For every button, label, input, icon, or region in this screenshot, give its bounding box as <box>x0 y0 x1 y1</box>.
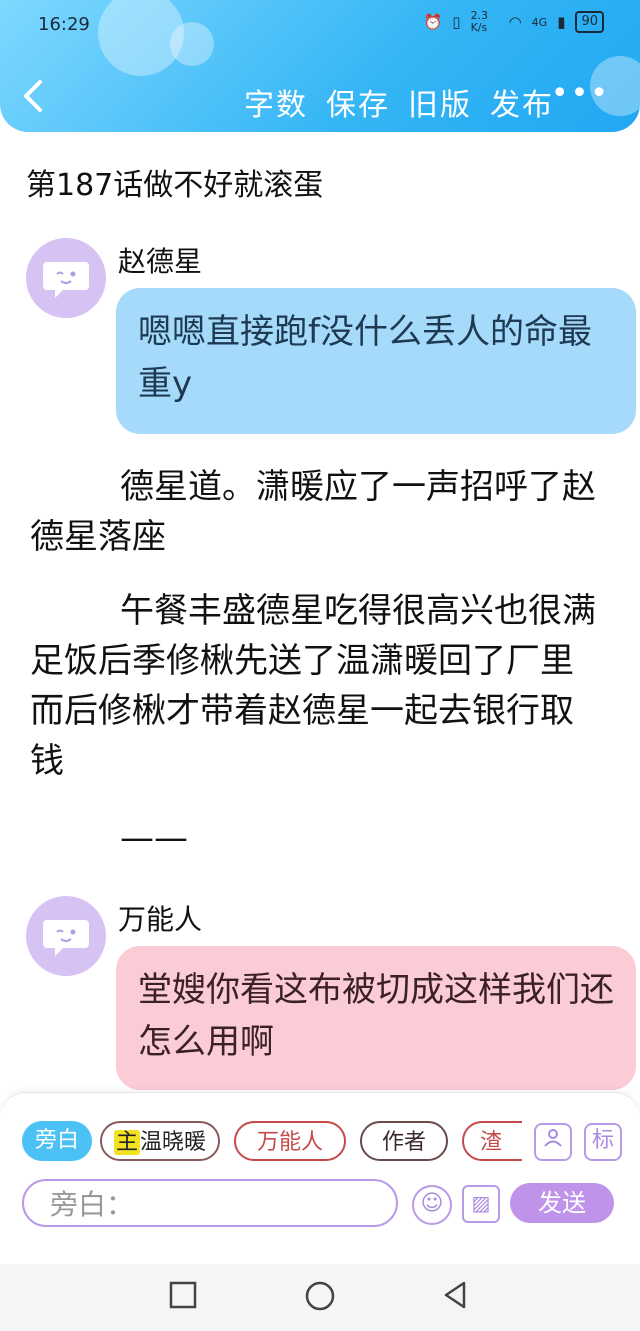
chat-bubble-face-icon <box>43 262 89 298</box>
signal-label: 4G <box>531 15 548 29</box>
role-chip[interactable]: 万能人 <box>234 1121 346 1161</box>
net-speed: 2.3 K/s <box>470 9 489 34</box>
separator: —— <box>120 818 188 858</box>
image-button[interactable]: ▨ <box>462 1185 500 1223</box>
publish-button[interactable]: 发布 <box>490 80 554 124</box>
narration-paragraph[interactable]: 德星道。潇暖应了一声招呼了赵德星落座 <box>30 462 600 562</box>
send-button[interactable]: 发送 <box>510 1183 614 1223</box>
image-icon: ▨ <box>471 1191 491 1215</box>
save-button[interactable]: 保存 <box>326 80 390 124</box>
editor-toolbar: 字数 保存 旧版 发布 ••• <box>0 70 640 130</box>
role-chip[interactable]: 渣 <box>462 1121 522 1161</box>
alarm-icon: ⏰ <box>423 13 443 31</box>
role-chip-label: 温晓暖 <box>140 1130 207 1155</box>
role-manage-button[interactable] <box>534 1123 572 1161</box>
role-chip[interactable]: 作者 <box>360 1121 448 1161</box>
back-triangle-icon[interactable] <box>440 1280 470 1310</box>
message-bubble[interactable]: 堂嫂你看这布被切成这样我们还怎么用啊 <box>116 946 636 1090</box>
message-input-wrap[interactable] <box>22 1179 398 1227</box>
chevron-left-icon <box>24 80 42 112</box>
signal-icon: ▮ <box>557 13 566 31</box>
role-chip-main[interactable]: 主温晓暖 <box>100 1121 220 1161</box>
role-chip-narrator[interactable]: 旁白 <box>22 1121 92 1161</box>
battery-icon: 90 <box>575 11 604 33</box>
home-icon[interactable] <box>304 1280 336 1312</box>
chapter-title: 第187话做不好就滚蛋 <box>26 168 324 203</box>
message-input[interactable] <box>48 1181 382 1227</box>
old-version-button[interactable]: 旧版 <box>408 80 472 124</box>
mark-button[interactable]: 标 <box>584 1123 622 1161</box>
composer-panel: 旁白 主温晓暖 万能人 作者 渣 标 ☺ ▨ 发送 <box>0 1092 640 1265</box>
emoji-button[interactable]: ☺ <box>412 1185 452 1225</box>
more-button[interactable]: ••• <box>551 76 610 111</box>
toolbar-actions: 字数 保存 旧版 发布 <box>244 80 554 124</box>
smile-icon: ☺ <box>420 1191 444 1216</box>
chat-bubble-face-icon <box>43 920 89 956</box>
word-count-button[interactable]: 字数 <box>244 80 308 124</box>
app-header: 16:29 ⏰ ▯ 2.3 K/s ◠ 4G ▮ 90 字数 保存 旧版 发布 … <box>0 0 640 132</box>
system-nav-bar <box>0 1264 640 1331</box>
recent-apps-icon[interactable] <box>168 1280 198 1310</box>
person-card-icon <box>544 1129 562 1147</box>
narration-paragraph[interactable]: 午餐丰盛德星吃得很高兴也很满足饭后季修楸先送了温潇暖回了厂里而后修楸才带着赵德星… <box>30 586 600 786</box>
speaker-name: 赵德星 <box>118 245 203 278</box>
main-role-badge: 主 <box>113 1130 140 1155</box>
wifi-icon: ◠ <box>508 13 522 31</box>
message-bubble[interactable]: 嗯嗯直接跑f没什么丢人的命最重y <box>116 288 636 434</box>
status-bar: 16:29 ⏰ ▯ 2.3 K/s ◠ 4G ▮ 90 <box>0 0 640 50</box>
speaker-name: 万能人 <box>118 903 203 936</box>
status-time: 16:29 <box>38 14 90 35</box>
back-button[interactable] <box>20 78 60 122</box>
avatar[interactable] <box>26 238 106 318</box>
vibrate-icon: ▯ <box>452 13 461 31</box>
role-chip-row[interactable]: 旁白 主温晓暖 万能人 作者 渣 <box>22 1121 522 1165</box>
status-icons: ⏰ ▯ 2.3 K/s ◠ 4G ▮ 90 <box>424 10 604 34</box>
avatar[interactable] <box>26 896 106 976</box>
